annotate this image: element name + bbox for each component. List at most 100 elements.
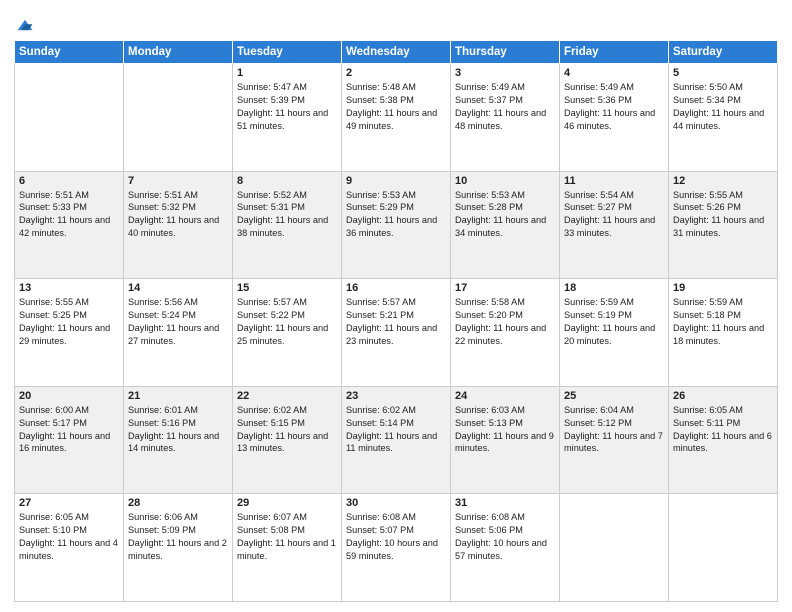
day-info: Sunrise: 6:00 AM Sunset: 5:17 PM Dayligh… [19, 404, 119, 456]
calendar-day-cell: 1 Sunrise: 5:47 AM Sunset: 5:39 PM Daylig… [233, 64, 342, 172]
day-of-week-header: Friday [560, 41, 669, 64]
calendar-day-cell: 17 Sunrise: 5:58 AM Sunset: 5:20 PM Dayli… [451, 279, 560, 387]
day-number: 15 [237, 282, 337, 294]
day-number: 30 [346, 497, 446, 509]
calendar-day-cell: 11 Sunrise: 5:54 AM Sunset: 5:27 PM Dayli… [560, 171, 669, 279]
calendar-day-cell: 31 Sunrise: 6:08 AM Sunset: 5:06 PM Dayli… [451, 494, 560, 602]
calendar-day-cell: 15 Sunrise: 5:57 AM Sunset: 5:22 PM Dayli… [233, 279, 342, 387]
day-number: 9 [346, 175, 446, 187]
day-info: Sunrise: 5:49 AM Sunset: 5:36 PM Dayligh… [564, 81, 664, 133]
calendar-day-cell: 29 Sunrise: 6:07 AM Sunset: 5:08 PM Dayli… [233, 494, 342, 602]
calendar-day-cell: 2 Sunrise: 5:48 AM Sunset: 5:38 PM Daylig… [342, 64, 451, 172]
day-info: Sunrise: 6:05 AM Sunset: 5:11 PM Dayligh… [673, 404, 773, 456]
calendar-day-cell: 27 Sunrise: 6:05 AM Sunset: 5:10 PM Dayli… [15, 494, 124, 602]
calendar-week-row: 6Sunrise: 5:51 AM Sunset: 5:33 PM Daylig… [15, 171, 778, 279]
calendar-day-cell: 26 Sunrise: 6:05 AM Sunset: 5:11 PM Dayli… [669, 386, 778, 494]
day-info: Sunrise: 5:58 AM Sunset: 5:20 PM Dayligh… [455, 296, 555, 348]
day-info: Sunrise: 6:05 AM Sunset: 5:10 PM Dayligh… [19, 511, 119, 563]
day-number: 2 [346, 67, 446, 79]
day-info: Sunrise: 6:03 AM Sunset: 5:13 PM Dayligh… [455, 404, 555, 456]
day-number: 5 [673, 67, 773, 79]
day-number: 31 [455, 497, 555, 509]
calendar-day-cell: 23 Sunrise: 6:02 AM Sunset: 5:14 PM Dayli… [342, 386, 451, 494]
day-number: 29 [237, 497, 337, 509]
calendar-day-cell [669, 494, 778, 602]
day-of-week-header: Monday [124, 41, 233, 64]
day-info: Sunrise: 5:48 AM Sunset: 5:38 PM Dayligh… [346, 81, 446, 133]
day-info: Sunrise: 5:54 AM Sunset: 5:27 PM Dayligh… [564, 189, 664, 241]
day-info: Sunrise: 5:56 AM Sunset: 5:24 PM Dayligh… [128, 296, 228, 348]
day-number: 26 [673, 390, 773, 402]
page: SundayMondayTuesdayWednesdayThursdayFrid… [0, 0, 792, 612]
day-number: 21 [128, 390, 228, 402]
calendar-day-cell: 8Sunrise: 5:52 AM Sunset: 5:31 PM Daylig… [233, 171, 342, 279]
calendar-day-cell: 12 Sunrise: 5:55 AM Sunset: 5:26 PM Dayli… [669, 171, 778, 279]
calendar-day-cell: 21 Sunrise: 6:01 AM Sunset: 5:16 PM Dayli… [124, 386, 233, 494]
day-number: 27 [19, 497, 119, 509]
day-number: 23 [346, 390, 446, 402]
calendar-day-cell: 18 Sunrise: 5:59 AM Sunset: 5:19 PM Dayli… [560, 279, 669, 387]
day-info: Sunrise: 5:51 AM Sunset: 5:33 PM Dayligh… [19, 189, 119, 241]
day-info: Sunrise: 5:47 AM Sunset: 5:39 PM Dayligh… [237, 81, 337, 133]
day-number: 28 [128, 497, 228, 509]
calendar-header-row: SundayMondayTuesdayWednesdayThursdayFrid… [15, 41, 778, 64]
day-info: Sunrise: 5:59 AM Sunset: 5:19 PM Dayligh… [564, 296, 664, 348]
day-number: 1 [237, 67, 337, 79]
day-number: 11 [564, 175, 664, 187]
calendar-table: SundayMondayTuesdayWednesdayThursdayFrid… [14, 40, 778, 602]
logo [14, 14, 36, 32]
day-number: 7 [128, 175, 228, 187]
day-info: Sunrise: 5:53 AM Sunset: 5:29 PM Dayligh… [346, 189, 446, 241]
calendar-day-cell: 14 Sunrise: 5:56 AM Sunset: 5:24 PM Dayli… [124, 279, 233, 387]
day-of-week-header: Tuesday [233, 41, 342, 64]
calendar-week-row: 27 Sunrise: 6:05 AM Sunset: 5:10 PM Dayli… [15, 494, 778, 602]
day-number: 17 [455, 282, 555, 294]
calendar-day-cell [15, 64, 124, 172]
logo-icon [14, 14, 36, 36]
calendar-week-row: 13Sunrise: 5:55 AM Sunset: 5:25 PM Dayli… [15, 279, 778, 387]
calendar-day-cell: 28 Sunrise: 6:06 AM Sunset: 5:09 PM Dayli… [124, 494, 233, 602]
calendar-day-cell: 25 Sunrise: 6:04 AM Sunset: 5:12 PM Dayli… [560, 386, 669, 494]
calendar-day-cell: 5Sunrise: 5:50 AM Sunset: 5:34 PM Daylig… [669, 64, 778, 172]
day-of-week-header: Sunday [15, 41, 124, 64]
calendar-week-row: 20 Sunrise: 6:00 AM Sunset: 5:17 PM Dayli… [15, 386, 778, 494]
calendar-day-cell: 7 Sunrise: 5:51 AM Sunset: 5:32 PM Daylig… [124, 171, 233, 279]
day-info: Sunrise: 6:07 AM Sunset: 5:08 PM Dayligh… [237, 511, 337, 563]
calendar-day-cell: 3Sunrise: 5:49 AM Sunset: 5:37 PM Daylig… [451, 64, 560, 172]
day-info: Sunrise: 5:53 AM Sunset: 5:28 PM Dayligh… [455, 189, 555, 241]
day-info: Sunrise: 6:06 AM Sunset: 5:09 PM Dayligh… [128, 511, 228, 563]
day-info: Sunrise: 5:57 AM Sunset: 5:21 PM Dayligh… [346, 296, 446, 348]
day-info: Sunrise: 5:57 AM Sunset: 5:22 PM Dayligh… [237, 296, 337, 348]
day-number: 20 [19, 390, 119, 402]
calendar-day-cell: 9 Sunrise: 5:53 AM Sunset: 5:29 PM Daylig… [342, 171, 451, 279]
day-number: 18 [564, 282, 664, 294]
day-info: Sunrise: 5:52 AM Sunset: 5:31 PM Dayligh… [237, 189, 337, 241]
day-number: 19 [673, 282, 773, 294]
day-info: Sunrise: 5:55 AM Sunset: 5:26 PM Dayligh… [673, 189, 773, 241]
calendar-day-cell: 19 Sunrise: 5:59 AM Sunset: 5:18 PM Dayli… [669, 279, 778, 387]
calendar-day-cell: 4 Sunrise: 5:49 AM Sunset: 5:36 PM Daylig… [560, 64, 669, 172]
day-number: 24 [455, 390, 555, 402]
day-info: Sunrise: 6:04 AM Sunset: 5:12 PM Dayligh… [564, 404, 664, 456]
calendar-day-cell: 20 Sunrise: 6:00 AM Sunset: 5:17 PM Dayli… [15, 386, 124, 494]
day-info: Sunrise: 5:55 AM Sunset: 5:25 PM Dayligh… [19, 296, 119, 348]
day-number: 25 [564, 390, 664, 402]
day-info: Sunrise: 6:02 AM Sunset: 5:14 PM Dayligh… [346, 404, 446, 456]
day-number: 4 [564, 67, 664, 79]
calendar-day-cell: 16 Sunrise: 5:57 AM Sunset: 5:21 PM Dayli… [342, 279, 451, 387]
day-info: Sunrise: 6:02 AM Sunset: 5:15 PM Dayligh… [237, 404, 337, 456]
day-number: 14 [128, 282, 228, 294]
day-number: 12 [673, 175, 773, 187]
day-info: Sunrise: 6:01 AM Sunset: 5:16 PM Dayligh… [128, 404, 228, 456]
calendar-day-cell: 10 Sunrise: 5:53 AM Sunset: 5:28 PM Dayli… [451, 171, 560, 279]
day-number: 3 [455, 67, 555, 79]
day-of-week-header: Wednesday [342, 41, 451, 64]
day-info: Sunrise: 5:51 AM Sunset: 5:32 PM Dayligh… [128, 189, 228, 241]
day-info: Sunrise: 5:59 AM Sunset: 5:18 PM Dayligh… [673, 296, 773, 348]
calendar-day-cell: 22Sunrise: 6:02 AM Sunset: 5:15 PM Dayli… [233, 386, 342, 494]
day-number: 16 [346, 282, 446, 294]
day-of-week-header: Thursday [451, 41, 560, 64]
day-number: 10 [455, 175, 555, 187]
day-info: Sunrise: 6:08 AM Sunset: 5:06 PM Dayligh… [455, 511, 555, 563]
day-info: Sunrise: 6:08 AM Sunset: 5:07 PM Dayligh… [346, 511, 446, 563]
